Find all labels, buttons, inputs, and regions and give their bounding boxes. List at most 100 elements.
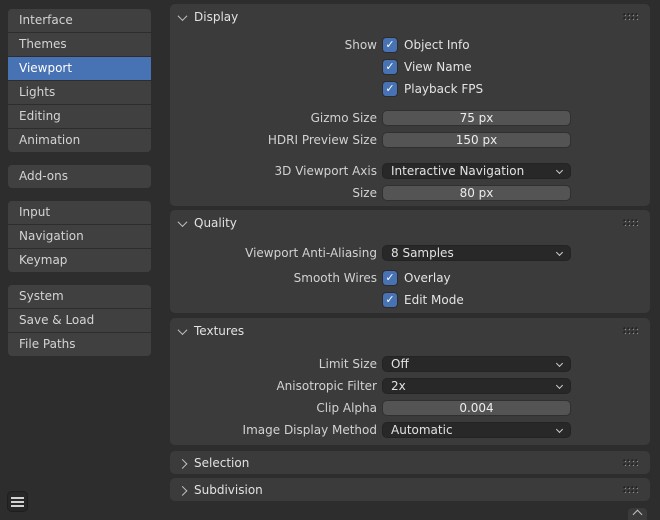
- panel-subdivision: Subdivision: [170, 478, 650, 501]
- scroll-up-button[interactable]: [628, 508, 647, 520]
- chevron-right-icon: [178, 459, 188, 469]
- hamburger-icon: [11, 501, 24, 503]
- view-name-label[interactable]: View Name: [404, 60, 472, 74]
- overlay-checkbox[interactable]: ✓: [383, 271, 397, 285]
- row-overlay: Smooth Wires ✓ Overlay: [170, 271, 650, 285]
- chevron-down-icon: [556, 425, 563, 432]
- check-icon: ✓: [385, 271, 394, 285]
- row-image-display-method: Image Display Method Automatic: [170, 423, 650, 437]
- hdri-preview-size-field[interactable]: 150 px: [383, 133, 570, 147]
- edit-mode-checkbox[interactable]: ✓: [383, 293, 397, 307]
- show-label: Show: [170, 38, 377, 52]
- panel-quality-header[interactable]: Quality: [170, 210, 650, 236]
- row-anisotropic-filter: Anisotropic Filter 2x: [170, 379, 650, 393]
- anti-aliasing-label: Viewport Anti-Aliasing: [170, 246, 377, 260]
- row-anti-aliasing: Viewport Anti-Aliasing 8 Samples: [170, 246, 650, 260]
- panel-title: Subdivision: [194, 483, 263, 497]
- viewport-axis-dropdown[interactable]: Interactive Navigation: [383, 164, 570, 178]
- row-view-name: ✓ View Name: [170, 60, 650, 74]
- sidebar-item-lights[interactable]: Lights: [8, 81, 151, 104]
- anisotropic-filter-dropdown[interactable]: 2x: [383, 379, 570, 393]
- chevron-down-icon: [178, 11, 188, 21]
- axis-size-field[interactable]: 80 px: [383, 186, 570, 200]
- sidebar-item-animation[interactable]: Animation: [8, 129, 151, 152]
- panel-textures: Textures Limit Size Off Anisotropic Filt…: [170, 318, 650, 445]
- sidebar-item-file-paths[interactable]: File Paths: [8, 333, 151, 356]
- chevron-down-icon: [556, 248, 563, 255]
- playback-fps-checkbox[interactable]: ✓: [383, 82, 397, 96]
- panel-title: Selection: [194, 456, 249, 470]
- gizmo-size-field[interactable]: 75 px: [383, 111, 570, 125]
- check-icon: ✓: [385, 82, 394, 96]
- chevron-right-icon: [178, 486, 188, 496]
- panel-title: Quality: [194, 216, 237, 230]
- sidebar-item-addons[interactable]: Add-ons: [8, 165, 151, 188]
- dropdown-value: 2x: [391, 379, 406, 393]
- panel-drag-grip-icon[interactable]: [623, 13, 639, 21]
- check-icon: ✓: [385, 60, 394, 74]
- edit-mode-label[interactable]: Edit Mode: [404, 293, 464, 307]
- row-clip-alpha: Clip Alpha 0.004: [170, 401, 650, 415]
- editor-menu-button[interactable]: [7, 491, 28, 512]
- panel-drag-grip-icon[interactable]: [623, 327, 639, 335]
- row-viewport-axis: 3D Viewport Axis Interactive Navigation: [170, 164, 650, 178]
- sidebar-item-themes[interactable]: Themes: [8, 33, 151, 56]
- image-display-method-label: Image Display Method: [170, 423, 377, 437]
- row-axis-size: Size 80 px: [170, 186, 650, 200]
- object-info-label[interactable]: Object Info: [404, 38, 470, 52]
- panel-selection: Selection: [170, 451, 650, 474]
- row-object-info: Show ✓ Object Info: [170, 38, 650, 52]
- gizmo-size-label: Gizmo Size: [170, 111, 377, 125]
- dropdown-value: Automatic: [391, 423, 453, 437]
- overlay-label[interactable]: Overlay: [404, 271, 451, 285]
- chevron-down-icon: [178, 325, 188, 335]
- row-playback-fps: ✓ Playback FPS: [170, 82, 650, 96]
- sidebar-item-save-load[interactable]: Save & Load: [8, 309, 151, 332]
- dropdown-value: Off: [391, 357, 409, 371]
- panel-drag-grip-icon[interactable]: [623, 486, 639, 494]
- axis-size-label: Size: [170, 186, 377, 200]
- sidebar-group-general: Interface Themes Viewport Lights Editing…: [8, 9, 151, 152]
- sidebar-item-editing[interactable]: Editing: [8, 105, 151, 128]
- panel-title: Textures: [194, 324, 244, 338]
- sidebar-item-viewport[interactable]: Viewport: [8, 57, 151, 80]
- row-hdri-preview-size: HDRI Preview Size 150 px: [170, 133, 650, 147]
- panel-quality: Quality Viewport Anti-Aliasing 8 Samples…: [170, 210, 650, 313]
- chevron-down-icon: [556, 166, 563, 173]
- preferences-window: Interface Themes Viewport Lights Editing…: [0, 0, 660, 520]
- view-name-checkbox[interactable]: ✓: [383, 60, 397, 74]
- panel-display-header[interactable]: Display: [170, 4, 650, 30]
- image-display-method-dropdown[interactable]: Automatic: [383, 423, 570, 437]
- anisotropic-filter-label: Anisotropic Filter: [170, 379, 377, 393]
- panel-drag-grip-icon[interactable]: [623, 219, 639, 227]
- anti-aliasing-dropdown[interactable]: 8 Samples: [383, 246, 570, 260]
- row-edit-mode: ✓ Edit Mode: [170, 293, 650, 307]
- panel-subdivision-header[interactable]: Subdivision: [170, 478, 650, 501]
- sidebar-item-system[interactable]: System: [8, 285, 151, 308]
- limit-size-dropdown[interactable]: Off: [383, 357, 570, 371]
- clip-alpha-field[interactable]: 0.004: [383, 401, 570, 415]
- panel-selection-header[interactable]: Selection: [170, 451, 650, 474]
- chevron-up-icon: [633, 510, 643, 520]
- chevron-down-icon: [556, 359, 563, 366]
- sidebar-item-navigation[interactable]: Navigation: [8, 225, 151, 248]
- chevron-down-icon: [556, 381, 563, 388]
- sidebar-item-input[interactable]: Input: [8, 201, 151, 224]
- panel-display: Display Show ✓ Object Info ✓ View Name ✓…: [170, 4, 650, 206]
- limit-size-label: Limit Size: [170, 357, 377, 371]
- clip-alpha-label: Clip Alpha: [170, 401, 377, 415]
- sidebar-item-interface[interactable]: Interface: [8, 9, 151, 32]
- object-info-checkbox[interactable]: ✓: [383, 38, 397, 52]
- check-icon: ✓: [385, 38, 394, 52]
- dropdown-value: 8 Samples: [391, 246, 454, 260]
- smooth-wires-label: Smooth Wires: [170, 271, 377, 285]
- viewport-axis-label: 3D Viewport Axis: [170, 164, 377, 178]
- sidebar-item-keymap[interactable]: Keymap: [8, 249, 151, 272]
- panel-textures-header[interactable]: Textures: [170, 318, 650, 344]
- playback-fps-label[interactable]: Playback FPS: [404, 82, 483, 96]
- sidebar-group-input: Input Navigation Keymap: [8, 201, 151, 272]
- panel-drag-grip-icon[interactable]: [623, 459, 639, 467]
- row-gizmo-size: Gizmo Size 75 px: [170, 111, 650, 125]
- panel-title: Display: [194, 10, 238, 24]
- hdri-preview-size-label: HDRI Preview Size: [170, 133, 377, 147]
